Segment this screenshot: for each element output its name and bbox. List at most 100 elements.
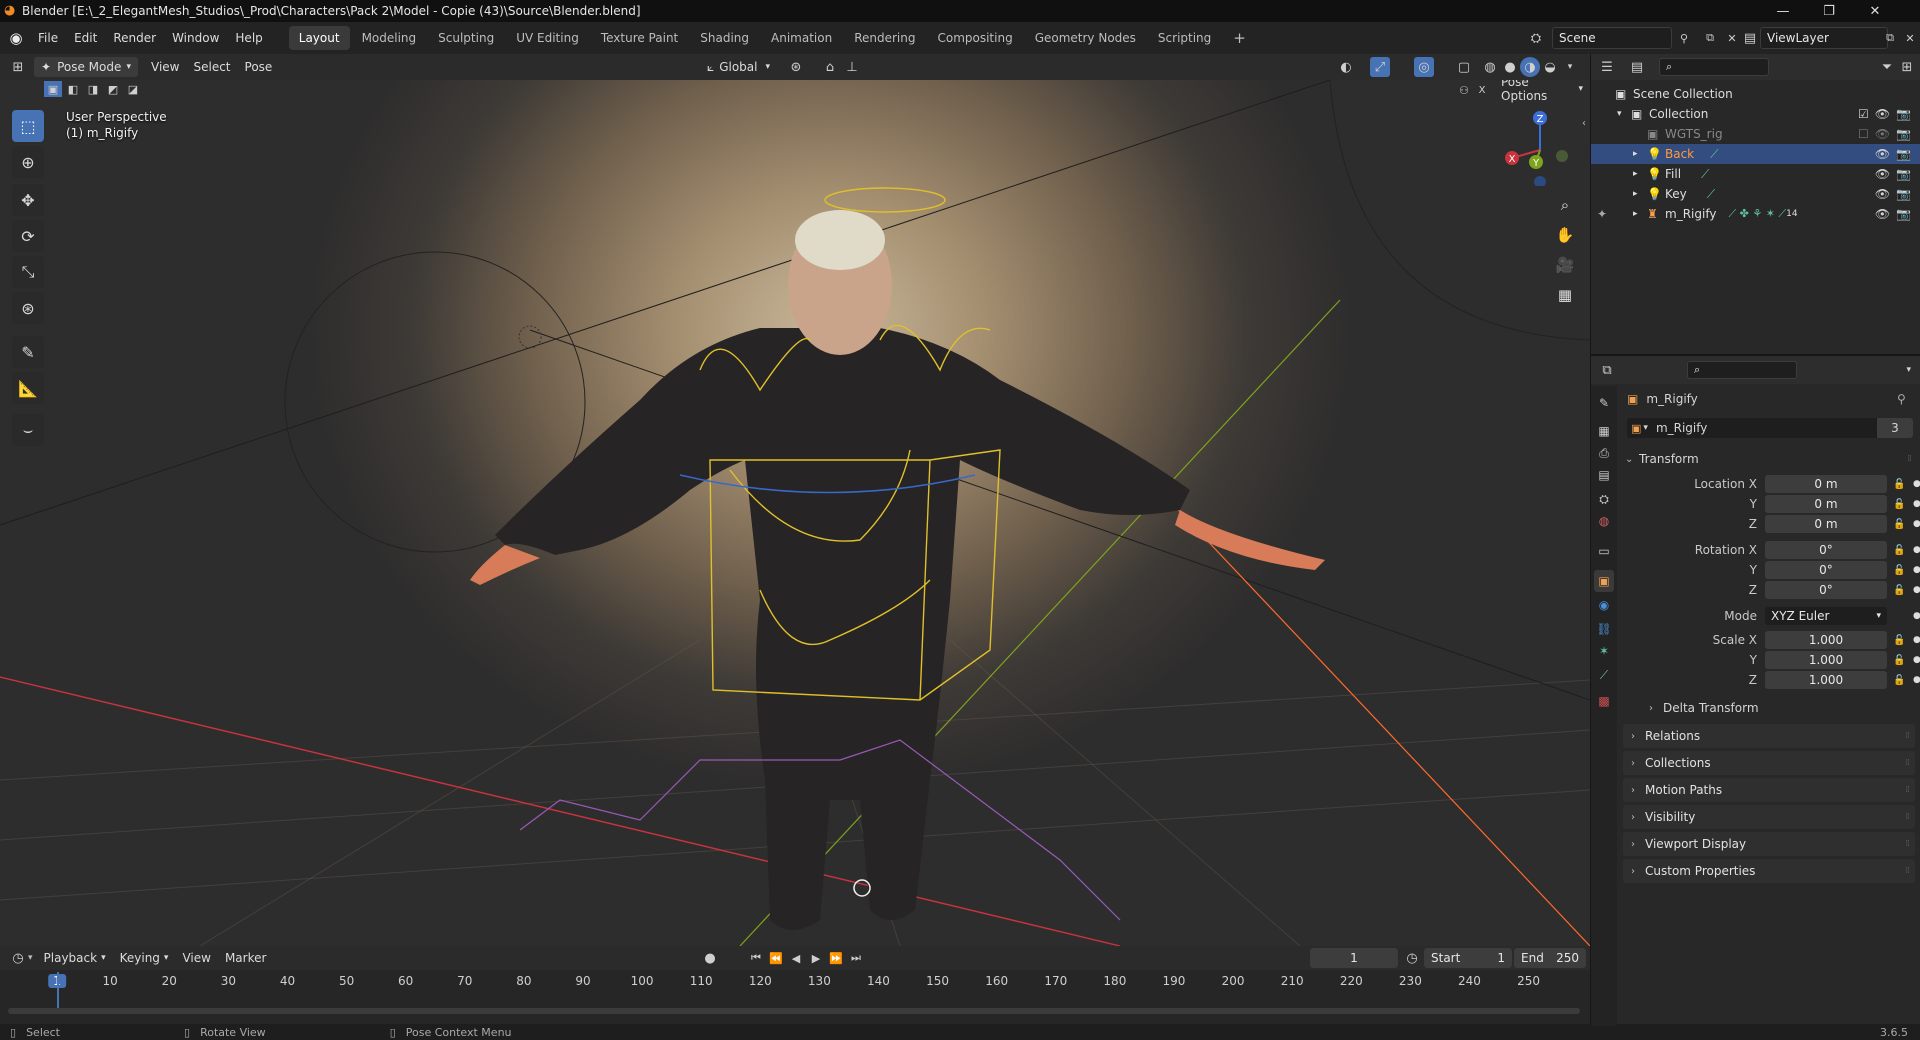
tab-layout[interactable]: Layout [288, 26, 350, 50]
material-shading-icon[interactable]: ◑ [1520, 57, 1540, 77]
drag-handle-icon[interactable]: ⁞⁞ [1905, 785, 1910, 795]
new-collection-icon[interactable]: ⊞ [1897, 57, 1917, 77]
camera-view-icon[interactable]: 🎥 [1552, 252, 1578, 278]
scale-icon[interactable]: ⤡ [12, 256, 44, 288]
drag-handle-icon[interactable]: ⁞⁞ [1905, 839, 1910, 849]
display-mode-icon[interactable]: ▤ [1627, 57, 1647, 77]
delta-transform-subpanel[interactable]: › Delta Transform [1649, 698, 1759, 718]
panel-motion-paths[interactable]: › Motion Paths ⁞⁞ [1623, 778, 1915, 802]
toggle-sidebar-icon[interactable]: ⚇ [1454, 80, 1474, 100]
chevron-right-icon[interactable]: ▸ [1633, 189, 1647, 199]
new-view-layer-icon[interactable]: ⧉ [1880, 28, 1900, 48]
lock-icon[interactable]: 🔓 [1893, 565, 1905, 576]
cursor-icon[interactable]: ⊕ [12, 146, 44, 178]
perspective-toggle-icon[interactable]: ▦ [1552, 282, 1578, 308]
outliner-scene-collection[interactable]: ▣ Scene Collection [1591, 84, 1920, 104]
play-icon[interactable]: ▶ [806, 948, 826, 968]
eye-icon[interactable]: 👁 [1875, 167, 1890, 181]
location-x-field[interactable]: 0 m [1765, 475, 1887, 493]
3d-viewport[interactable]: User Perspective (1) m_Rigify ⬚ ⊕ ✥ ⟳ ⤡ … [0, 80, 1590, 946]
lock-icon[interactable]: 🔓 [1893, 499, 1905, 510]
solid-shading-icon[interactable]: ● [1500, 57, 1520, 77]
rotation-x-field[interactable]: 0° [1765, 541, 1887, 559]
panel-viewport-display[interactable]: › Viewport Display ⁞⁞ [1623, 832, 1915, 856]
camera-icon[interactable]: 📷 [1896, 147, 1911, 161]
lock-icon[interactable]: 🔓 [1893, 545, 1905, 556]
object-datablock-field[interactable]: ▣ ▾ m_Rigify 3 [1627, 418, 1913, 438]
eye-icon[interactable]: 👁 [1875, 147, 1890, 161]
x-mirror-icon[interactable]: X [1472, 80, 1492, 100]
select-box-icon[interactable]: ⬚ [12, 110, 44, 142]
chevron-down-icon[interactable]: ▾ [1617, 109, 1631, 119]
preview-range-icon[interactable]: ◷ [1402, 948, 1422, 968]
shading-options-icon[interactable]: ▾ [1560, 57, 1580, 77]
select-invert-icon[interactable]: ◩ [104, 81, 122, 97]
pin-icon[interactable]: ⚲ [1897, 392, 1906, 406]
camera-icon[interactable]: 📷 [1896, 187, 1911, 201]
add-workspace-button[interactable]: + [1223, 26, 1256, 50]
pan-hand-icon[interactable]: ✋ [1552, 222, 1578, 248]
editor-type-icon[interactable]: ⊞ [8, 57, 28, 77]
scale-x-field[interactable]: 1.000 [1765, 631, 1887, 649]
drag-handle-icon[interactable]: ⁞⁞ [1905, 812, 1910, 822]
scene-icon[interactable]: ⛭ [1526, 28, 1546, 48]
keyframe-dot-icon[interactable]: ● [1913, 635, 1920, 645]
keyframe-dot-icon[interactable]: ● [1913, 611, 1920, 621]
menu-file[interactable]: File [30, 22, 66, 54]
drag-handle-icon[interactable]: ⁞⁞ [1905, 731, 1910, 741]
keyframe-dot-icon[interactable]: ● [1913, 519, 1920, 529]
tab-scripting[interactable]: Scripting [1148, 26, 1221, 50]
outliner-item-key[interactable]: ▸ 💡 Key ⟋ 👁 📷 [1591, 184, 1920, 204]
physics-tab-icon[interactable]: ◉ [1594, 594, 1614, 616]
pin-scene-icon[interactable]: ⚲ [1674, 28, 1694, 48]
view-layer-icon[interactable]: ▤ [1740, 28, 1760, 48]
pose-options-dropdown[interactable]: Pose Options ▾ [1494, 80, 1590, 103]
view-layer-selector[interactable]: ViewLayer [1760, 27, 1888, 49]
jump-start-icon[interactable]: ⏮ [746, 948, 766, 968]
armature-data-tab-icon[interactable]: ✶ [1594, 640, 1614, 662]
menu-window[interactable]: Window [164, 22, 227, 54]
rotation-mode-dropdown[interactable]: XYZ Euler ▾ [1765, 607, 1887, 625]
timeline-scrollbar[interactable] [8, 1008, 1580, 1014]
eye-icon[interactable]: 👁 [1875, 107, 1890, 121]
menu-timeline-view[interactable]: View [175, 948, 217, 968]
relax-icon[interactable]: ⌣ [12, 414, 44, 446]
record-icon[interactable]: ● [700, 948, 720, 968]
transform-orientation-selector[interactable]: ⟀ Global ▾ [700, 57, 777, 77]
scene-selector[interactable]: Scene [1552, 27, 1672, 49]
keyframe-dot-icon[interactable]: ● [1913, 545, 1920, 555]
select-new-icon[interactable]: ▣ [44, 81, 62, 97]
rotation-z-field[interactable]: 0° [1765, 581, 1887, 599]
properties-editor-icon[interactable]: ⧉ [1597, 360, 1617, 380]
chevron-right-icon[interactable]: ▸ [1633, 209, 1647, 219]
keyframe-dot-icon[interactable]: ● [1913, 565, 1920, 575]
render-tab-icon[interactable]: ▦ [1594, 420, 1614, 442]
overlay-toggle-icon[interactable]: ◎ [1414, 57, 1434, 77]
menu-select[interactable]: Select [186, 57, 237, 77]
lock-icon[interactable]: 🔓 [1893, 519, 1905, 530]
start-frame-field[interactable]: Start 1 [1424, 948, 1512, 968]
tab-animation[interactable]: Animation [761, 26, 842, 50]
select-extend-icon[interactable]: ◧ [64, 81, 82, 97]
jump-end-icon[interactable]: ⏭ [846, 948, 866, 968]
lock-icon[interactable]: 🔓 [1893, 655, 1905, 666]
maximize-button[interactable]: ❐ [1806, 0, 1852, 22]
lock-icon[interactable]: 🔓 [1893, 635, 1905, 646]
tab-uv-editing[interactable]: UV Editing [506, 26, 589, 50]
annotate-icon[interactable]: ✎ [12, 336, 44, 368]
outliner-item-m-rigify[interactable]: ✦ ▸ ♜ m_Rigify ⟋ ✤ ⚘ ✶ ⟋ 14 👁 📷 [1591, 204, 1920, 224]
chevron-left-icon[interactable]: ‹ [1582, 118, 1586, 129]
camera-icon[interactable]: 📷 [1896, 167, 1911, 181]
keyframe-dot-icon[interactable]: ● [1913, 499, 1920, 509]
tab-sculpting[interactable]: Sculpting [428, 26, 504, 50]
clock-icon[interactable]: ◷ [8, 948, 28, 968]
rendered-shading-icon[interactable]: ◒ [1540, 57, 1560, 77]
menu-pose[interactable]: Pose [238, 57, 280, 77]
transform-icon[interactable]: ⊛ [12, 292, 44, 324]
outliner-item-back[interactable]: ▸ 💡 Back ⟋ 👁 📷 [1591, 144, 1920, 164]
jump-keyframe-forward-icon[interactable]: ⏩ [826, 948, 846, 968]
tab-shading[interactable]: Shading [690, 26, 759, 50]
lock-icon[interactable]: 🔓 [1893, 479, 1905, 490]
camera-icon[interactable]: 📷 [1896, 127, 1911, 141]
tool-tab-icon[interactable]: ✎ [1594, 392, 1614, 414]
